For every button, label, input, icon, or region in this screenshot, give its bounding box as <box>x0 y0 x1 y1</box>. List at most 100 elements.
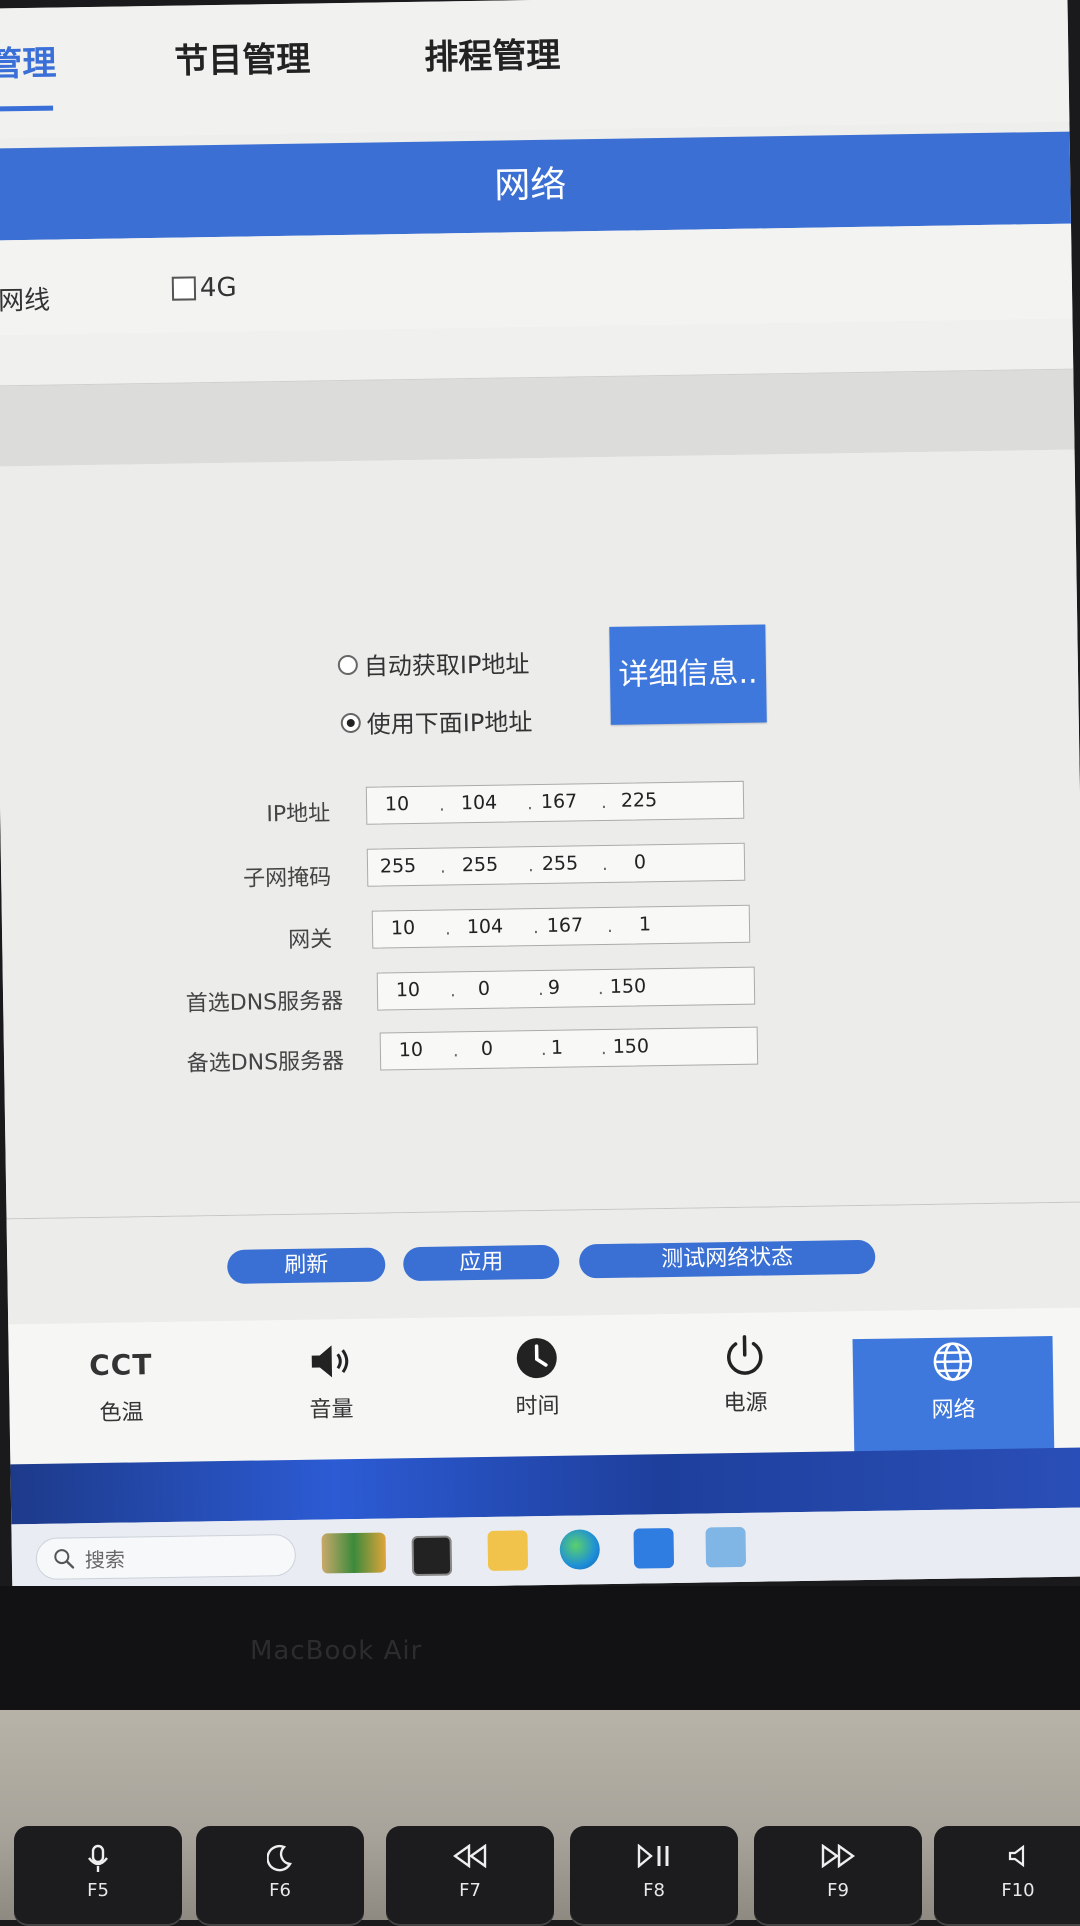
nav-time[interactable]: 时间 <box>436 1333 638 1446</box>
subnet-mask-label: 子网掩码 <box>242 865 332 892</box>
refresh-button-label: 刷新 <box>284 1252 329 1279</box>
microphone-icon <box>14 1844 182 1876</box>
ip-address-label: IP地址 <box>266 801 331 828</box>
nav-label: 电源 <box>723 1390 768 1417</box>
section-header: 网络 <box>0 131 1072 241</box>
tab-program-management[interactable]: 节目管理 <box>174 32 311 83</box>
remote-desktop-icon[interactable] <box>705 1526 747 1568</box>
fourg-checkbox[interactable]: 4G <box>171 273 237 304</box>
test-network-button[interactable]: 测试网络状态 <box>578 1239 876 1279</box>
preferred-dns-field[interactable]: 10 . 0 . 9 . 150 <box>376 966 756 1011</box>
details-button-label: 详细信息.. <box>618 655 758 693</box>
radio-checked-icon[interactable] <box>340 712 361 733</box>
file-explorer-icon[interactable] <box>487 1530 529 1571</box>
subnet-mask-row: 子网掩码 <box>1 851 342 896</box>
octet-2[interactable]: 104 <box>449 791 509 815</box>
octet-separator: . <box>606 915 613 937</box>
key-f7[interactable]: F7 <box>386 1826 554 1926</box>
mute-icon <box>934 1844 1080 1876</box>
octet-3[interactable]: 1 <box>527 1036 587 1059</box>
octet-4[interactable]: 1 <box>615 913 675 936</box>
terminal-icon[interactable] <box>411 1535 453 1577</box>
octet-4[interactable]: 150 <box>598 975 658 998</box>
nav-network[interactable]: 网络 <box>852 1336 1055 1454</box>
key-f8[interactable]: F8 <box>570 1826 738 1926</box>
octet-separator: . <box>444 918 451 940</box>
cct-text-icon: CCT <box>20 1339 221 1390</box>
octet-1[interactable]: 10 <box>367 793 427 816</box>
checkbox-icon[interactable] <box>171 276 197 301</box>
gateway-field[interactable]: 10 . 104 . 167 . 1 <box>371 904 751 949</box>
octet-1[interactable]: 255 <box>368 855 428 878</box>
key-label: F6 <box>269 1880 291 1901</box>
octet-4[interactable]: 0 <box>610 851 670 874</box>
nav-label: 网络 <box>931 1397 976 1423</box>
octet-4[interactable]: 225 <box>609 789 669 812</box>
octet-3[interactable]: 167 <box>535 914 595 937</box>
apply-button[interactable]: 应用 <box>403 1244 560 1282</box>
preferred-dns-row: 首选DNS服务器 <box>3 975 344 1020</box>
globe-icon <box>853 1336 1054 1387</box>
nav-power[interactable]: 电源 <box>644 1329 846 1442</box>
key-f9[interactable]: F9 <box>754 1826 922 1926</box>
key-label: F8 <box>643 1880 665 1901</box>
radio-auto-ip[interactable]: 自动获取IP地址 <box>337 644 530 682</box>
subnet-mask-field[interactable]: 255 . 255 . 255 . 0 <box>366 842 746 887</box>
ip-address-field[interactable]: 10 . 104 . 167 . 225 <box>365 780 745 825</box>
tab-schedule-management[interactable]: 排程管理 <box>424 28 561 79</box>
key-f10[interactable]: F10 <box>934 1826 1080 1926</box>
details-button[interactable]: 详细信息.. <box>609 624 767 725</box>
preferred-dns-label: 首选DNS服务器 <box>185 989 344 1017</box>
search-icon <box>54 1549 75 1569</box>
cloud-app-icon[interactable] <box>633 1527 675 1569</box>
octet-2[interactable]: 0 <box>454 977 514 1000</box>
key-f5[interactable]: F5 <box>14 1826 182 1926</box>
octet-separator: . <box>438 794 445 816</box>
clock-icon <box>436 1333 637 1384</box>
nav-volume[interactable]: 音量 <box>230 1336 432 1449</box>
alternate-dns-field[interactable]: 10 . 0 . 1 . 150 <box>379 1026 759 1071</box>
octet-1[interactable]: 10 <box>381 1039 441 1062</box>
octet-4[interactable]: 150 <box>601 1035 661 1058</box>
radio-auto-label: 自动获取IP地址 <box>363 650 530 681</box>
monitor-screen: 管理 节目管理 排程管理 网络 网线 4G 自动获取IP地址 使用下面IP地址 … <box>0 0 1080 1594</box>
nav-label: 音量 <box>309 1397 354 1423</box>
alternate-dns-label: 备选DNS服务器 <box>186 1049 345 1077</box>
tab-management[interactable]: 管理 <box>0 36 57 86</box>
moon-icon <box>196 1844 364 1876</box>
laptop-bezel: MacBook Air <box>0 1586 1080 1710</box>
octet-3[interactable]: 255 <box>530 852 590 875</box>
bottom-nav: CCT 色温 音量 时间 电源 网络 <box>8 1307 1080 1465</box>
search-placeholder: 搜索 <box>84 1547 126 1572</box>
radio-manual-ip[interactable]: 使用下面IP地址 <box>340 702 533 740</box>
test-network-button-label: 测试网络状态 <box>661 1245 794 1273</box>
key-label: F7 <box>459 1880 481 1901</box>
octet-separator: . <box>600 791 607 814</box>
octet-2[interactable]: 104 <box>455 915 515 939</box>
speaker-icon <box>230 1336 431 1387</box>
octet-3[interactable]: 167 <box>529 790 589 813</box>
octet-2[interactable]: 255 <box>450 853 510 877</box>
active-tab-underline <box>0 105 54 112</box>
fast-forward-icon <box>754 1843 922 1876</box>
taskbar-search[interactable]: 搜索 <box>35 1533 297 1581</box>
radio-manual-label: 使用下面IP地址 <box>366 708 533 739</box>
laptop-brand: MacBook Air <box>250 1636 423 1666</box>
top-nav: 管理 节目管理 排程管理 <box>0 0 1070 139</box>
radio-unchecked-icon[interactable] <box>337 654 359 675</box>
edge-browser-icon[interactable] <box>559 1529 601 1570</box>
nav-color-temperature[interactable]: CCT 色温 <box>20 1339 222 1452</box>
octet-2[interactable]: 0 <box>457 1037 517 1060</box>
keyboard-deck: F5 F6 F7 F8 F9 F10 <box>0 1710 1080 1926</box>
octet-1[interactable]: 10 <box>373 917 433 940</box>
refresh-button[interactable]: 刷新 <box>227 1247 386 1284</box>
octet-3[interactable]: 9 <box>524 976 584 999</box>
key-label: F10 <box>1001 1880 1035 1901</box>
widgets-icon[interactable] <box>321 1532 387 1574</box>
key-f6[interactable]: F6 <box>196 1826 364 1926</box>
section-title: 网络 <box>494 164 567 207</box>
rewind-icon <box>386 1843 554 1876</box>
wired-label: 网线 <box>0 285 51 317</box>
octet-1[interactable]: 10 <box>378 979 438 1002</box>
key-label: F9 <box>827 1880 849 1901</box>
